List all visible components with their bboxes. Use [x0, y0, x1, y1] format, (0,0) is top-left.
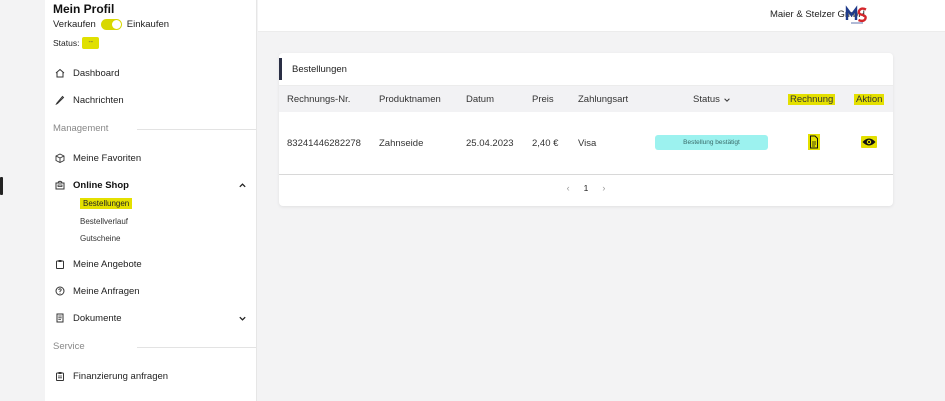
cell-product: Zahnseide	[379, 138, 424, 149]
left-gutter	[0, 0, 45, 401]
column-header-invoice-no: Rechnungs-Nr.	[287, 94, 351, 105]
divider	[137, 347, 256, 348]
profile-title: Mein Profil	[53, 2, 115, 16]
sidebar-subitem-bestellungen[interactable]: Bestellungen	[80, 198, 133, 209]
column-header-status-label: Status	[693, 94, 720, 105]
sidebar-item-label: Dokumente	[73, 312, 122, 324]
sidebar-subitem-bestellverlauf[interactable]: Bestellverlauf	[80, 217, 128, 226]
sidebar-item-dashboard[interactable]: Dashboard	[55, 66, 119, 80]
chevron-down-icon[interactable]	[238, 314, 247, 323]
status-row: Status: --	[53, 37, 100, 49]
home-icon	[55, 68, 65, 78]
clipboard-icon	[56, 372, 64, 381]
help-circle-icon	[55, 286, 65, 296]
pagination-page-1[interactable]: 1	[584, 183, 589, 193]
pagination-next-button[interactable]: ›	[602, 183, 605, 193]
column-header-action: Aktion	[854, 94, 885, 105]
sidebar-item-dokumente[interactable]: Dokumente	[55, 311, 122, 325]
invoice-document-icon[interactable]	[808, 134, 820, 150]
sidebar-item-label: Dashboard	[73, 67, 120, 79]
sidebar: Mein Profil Verkaufen Einkaufen Status: …	[0, 0, 257, 401]
column-header-invoice: Rechnung	[788, 94, 836, 105]
sidebar-item-label: Finanzierung anfragen	[73, 370, 169, 382]
column-header-price: Preis	[532, 94, 554, 105]
section-service: Service	[53, 341, 85, 352]
pagination-prev-button[interactable]: ‹	[567, 183, 570, 193]
clipboard-icon	[56, 260, 64, 269]
pagination: ‹ 1 ›	[279, 183, 893, 193]
sidebar-item-nachrichten[interactable]: Nachrichten	[55, 93, 124, 107]
chevron-down-icon	[724, 97, 730, 102]
table-header: Rechnungs-Nr. Produktnamen Datum Preis Z…	[279, 86, 893, 112]
sidebar-item-label: Nachrichten	[73, 94, 124, 106]
column-header-payment: Zahlungsart	[578, 94, 629, 105]
sidebar-subitem-gutscheine[interactable]: Gutscheine	[80, 234, 120, 243]
active-indicator	[0, 177, 3, 195]
cell-payment: Visa	[578, 138, 597, 149]
section-management: Management	[53, 123, 109, 134]
sidebar-item-angebote[interactable]: Meine Angebote	[55, 257, 142, 271]
company-logo-icon[interactable]	[845, 3, 869, 25]
mode-toggle[interactable]	[100, 19, 122, 30]
column-header-product: Produktnamen	[379, 94, 441, 105]
topbar: Maier & Stelzer GmbH	[258, 0, 945, 32]
status-badge: --	[82, 37, 100, 49]
orders-title: Bestellungen	[292, 64, 347, 75]
orders-card: Bestellungen Rechnungs-Nr. Produktnamen …	[279, 53, 893, 206]
sidebar-item-label: Meine Anfragen	[73, 285, 140, 297]
box-icon	[55, 153, 65, 163]
orders-card-header: Bestellungen	[279, 53, 893, 86]
table-row: 83241446282278 Zahnseide 25.04.2023 2,40…	[279, 112, 893, 175]
mode-buy-label: Einkaufen	[126, 19, 170, 30]
sidebar-item-finanzierung[interactable]: Finanzierung anfragen	[55, 369, 168, 383]
sidebar-item-anfragen[interactable]: Meine Anfragen	[55, 284, 140, 298]
card-accent-bar	[279, 58, 282, 80]
column-header-status[interactable]: Status	[693, 94, 731, 105]
sidebar-item-favoriten[interactable]: Meine Favoriten	[55, 151, 141, 165]
sidebar-item-label: Online Shop	[73, 179, 129, 191]
cell-price: 2,40 €	[532, 138, 559, 149]
chevron-up-icon[interactable]	[238, 181, 247, 190]
cell-date: 25.04.2023	[466, 138, 514, 149]
mode-switch-row: Verkaufen Einkaufen	[53, 19, 169, 30]
status-pill: Bestellung bestätigt	[655, 135, 768, 150]
view-eye-icon[interactable]	[861, 136, 877, 148]
mode-sell-label: Verkaufen	[53, 19, 96, 30]
column-header-date: Datum	[466, 94, 494, 105]
status-label: Status:	[53, 38, 80, 48]
pen-icon	[55, 95, 65, 105]
divider	[137, 129, 256, 130]
shop-icon	[55, 180, 65, 190]
sidebar-item-online-shop[interactable]: Online Shop	[55, 178, 129, 192]
sidebar-item-label: Meine Favoriten	[73, 152, 142, 164]
sidebar-item-label: Meine Angebote	[73, 258, 142, 270]
document-icon	[56, 313, 64, 323]
cell-invoice-no: 83241446282278	[287, 138, 361, 149]
